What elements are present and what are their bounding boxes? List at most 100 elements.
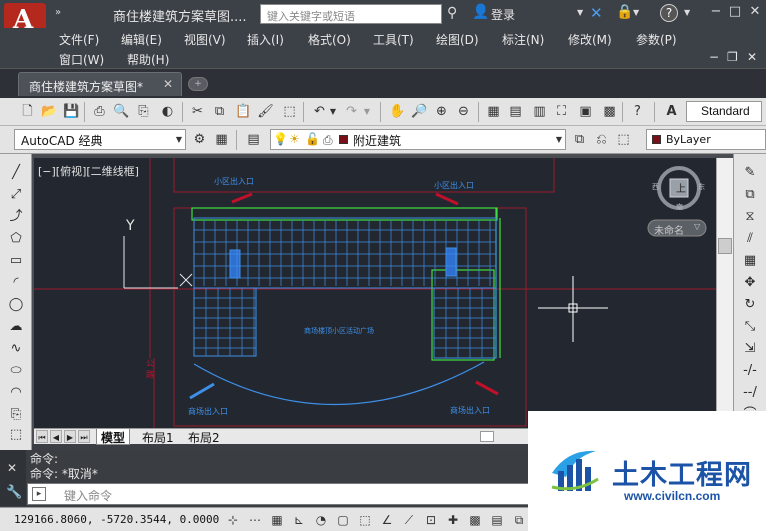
make-block-icon[interactable]: ⬚ <box>6 426 26 444</box>
offset-icon[interactable]: ⫽ <box>740 230 760 248</box>
lock-icon[interactable]: 🔒 <box>616 4 633 20</box>
prev-layout-icon[interactable]: ◀ <box>50 430 62 443</box>
login-link[interactable]: 登录 <box>491 6 515 23</box>
polar-icon[interactable]: ◔ <box>312 511 330 529</box>
3d-osnap-icon[interactable]: ⬚ <box>356 511 374 529</box>
menu-file[interactable]: 文件(F) <box>59 31 99 48</box>
gear-icon[interactable]: ⚙ <box>190 130 209 149</box>
quick-properties-icon[interactable]: ▤ <box>488 511 506 529</box>
transparency-icon[interactable]: ▩ <box>466 511 484 529</box>
new-tab-button[interactable]: + <box>188 77 208 91</box>
ellipse-icon[interactable]: ⬭ <box>6 362 26 380</box>
tab-model[interactable]: 模型 <box>96 429 131 445</box>
save-icon[interactable]: 💾 <box>62 102 81 121</box>
layer-previous-icon[interactable]: ⎌ <box>592 130 611 149</box>
match-properties-icon[interactable]: 🖌 <box>256 102 275 121</box>
restore-button[interactable]: □ <box>726 3 744 21</box>
erase-icon[interactable]: ✎ <box>740 164 760 182</box>
selection-cycling-icon[interactable]: ⧉ <box>510 511 528 529</box>
workspace-settings-icon[interactable]: ▦ <box>212 130 231 149</box>
zoom-window-icon[interactable]: ⊕ <box>432 102 451 121</box>
first-layout-icon[interactable]: ⏮ <box>36 430 48 443</box>
markup-icon[interactable]: ▣ <box>576 102 595 121</box>
command-input[interactable]: ▸ 键入命令 <box>27 483 547 505</box>
design-center-icon[interactable]: ▤ <box>506 102 525 121</box>
menu-modify[interactable]: 修改(M) <box>568 31 612 48</box>
open-file-icon[interactable]: 📂 <box>40 102 59 121</box>
make-current-layer-icon[interactable]: ⧉ <box>570 130 589 149</box>
calculator-icon[interactable]: ▩ <box>600 102 619 121</box>
layer-properties-icon[interactable]: ▤ <box>244 130 263 149</box>
stretch-icon[interactable]: ⇲ <box>740 340 760 358</box>
grid-icon[interactable]: ▦ <box>268 511 286 529</box>
view-cube-west[interactable]: 西 <box>652 182 659 192</box>
chevron-down-icon[interactable]: ▽ <box>694 222 700 231</box>
help-icon[interactable]: ? <box>660 4 678 22</box>
next-layout-icon[interactable]: ▶ <box>64 430 76 443</box>
circle-icon[interactable]: ◯ <box>6 296 26 314</box>
ucs-name[interactable]: 未命名 <box>654 222 684 237</box>
menu-format[interactable]: 格式(O) <box>308 31 351 48</box>
lineweight-icon[interactable]: ✚ <box>444 511 462 529</box>
copy-object-icon[interactable]: ⧉ <box>740 186 760 204</box>
color-select[interactable]: ByLayer <box>646 129 766 150</box>
chevron-down-icon[interactable]: ▼ <box>328 102 338 121</box>
doc-minimize-button[interactable]: − <box>709 50 719 64</box>
last-layout-icon[interactable]: ⏭ <box>78 430 90 443</box>
layer-select[interactable]: 💡 ☀ 🔓 ⎙ 附近建筑 ▼ <box>270 129 566 150</box>
ortho-icon[interactable]: ⊾ <box>290 511 308 529</box>
zoom-realtime-icon[interactable]: 🔎 <box>410 102 429 121</box>
menu-help[interactable]: 帮助(H) <box>127 51 169 68</box>
publish-icon[interactable]: ⎘ <box>134 102 153 121</box>
properties-icon[interactable]: ▦ <box>484 102 503 121</box>
redo-icon[interactable]: ↷ <box>342 102 361 121</box>
ellipse-arc-icon[interactable]: ◠ <box>6 384 26 402</box>
tab-layout1[interactable]: 布局1 <box>138 429 178 445</box>
rotate-icon[interactable]: ↻ <box>740 296 760 314</box>
mirror-icon[interactable]: ⧖ <box>740 208 760 226</box>
menu-window[interactable]: 窗口(W) <box>59 51 104 68</box>
chevron-down-icon[interactable]: ▼ <box>577 8 583 17</box>
viewport-controls[interactable]: [−][俯视][二维线框] <box>38 163 139 179</box>
spline-icon[interactable]: ∿ <box>6 340 26 358</box>
close-icon[interactable]: ✕ <box>163 77 173 91</box>
workspace-select[interactable]: AutoCAD 经典 ▼ <box>14 129 186 150</box>
tab-layout2[interactable]: 布局2 <box>184 429 224 445</box>
wrench-icon[interactable]: 🔧 <box>6 485 22 500</box>
help-icon[interactable]: ? <box>628 102 647 121</box>
paste-icon[interactable]: 📋 <box>234 102 253 121</box>
menu-edit[interactable]: 编辑(E) <box>121 31 162 48</box>
text-style-select[interactable]: Standard <box>686 101 762 122</box>
view-cube-south[interactable]: 南 <box>676 202 683 212</box>
document-tab[interactable]: 商住楼建筑方案草图* ✕ <box>18 72 182 96</box>
print-icon[interactable]: ⎙ <box>90 102 109 121</box>
chevron-down-icon[interactable]: ▼ <box>633 8 639 17</box>
cut-icon[interactable]: ✂ <box>188 102 207 121</box>
osnap-icon[interactable]: ▢ <box>334 511 352 529</box>
infer-constraints-icon[interactable]: ⊹ <box>224 511 242 529</box>
line-icon[interactable]: ╱ <box>6 164 26 182</box>
block-editor-icon[interactable]: ⬚ <box>280 102 299 121</box>
construction-line-icon[interactable]: ⤢ <box>6 186 26 204</box>
layer-isolate-icon[interactable]: ⬚ <box>614 130 633 149</box>
text-style-icon[interactable]: A <box>662 102 681 121</box>
view-cube-east[interactable]: 东 <box>698 182 705 192</box>
polyline-icon[interactable]: ⤴ <box>6 208 26 226</box>
drawing-canvas[interactable]: 上 西 东 南 未命名 ▽ Y 小区出入口 小区出入口 商场楼顶小区活动广场 商… <box>34 158 716 428</box>
arc-icon[interactable]: ◜ <box>6 274 26 292</box>
revision-cloud-icon[interactable]: ☁ <box>6 318 26 336</box>
3d-dwf-icon[interactable]: ◐ <box>158 102 177 121</box>
quick-access-more-icon[interactable]: » <box>55 7 61 18</box>
close-button[interactable]: ✕ <box>746 3 764 21</box>
view-cube-top[interactable]: 上 <box>676 180 686 195</box>
dyn-icon[interactable]: ⊡ <box>422 511 440 529</box>
array-icon[interactable]: ▦ <box>740 252 760 270</box>
menu-parametric[interactable]: 参数(P) <box>636 31 677 48</box>
close-icon[interactable]: ✕ <box>7 461 17 475</box>
sheet-set-icon[interactable]: ⛶ <box>552 102 571 121</box>
undo-icon[interactable]: ↶ <box>310 102 329 121</box>
menu-draw[interactable]: 绘图(D) <box>436 31 479 48</box>
minimize-button[interactable]: − <box>707 3 725 21</box>
doc-restore-button[interactable]: ❐ <box>727 50 738 64</box>
zoom-previous-icon[interactable]: ⊖ <box>454 102 473 121</box>
